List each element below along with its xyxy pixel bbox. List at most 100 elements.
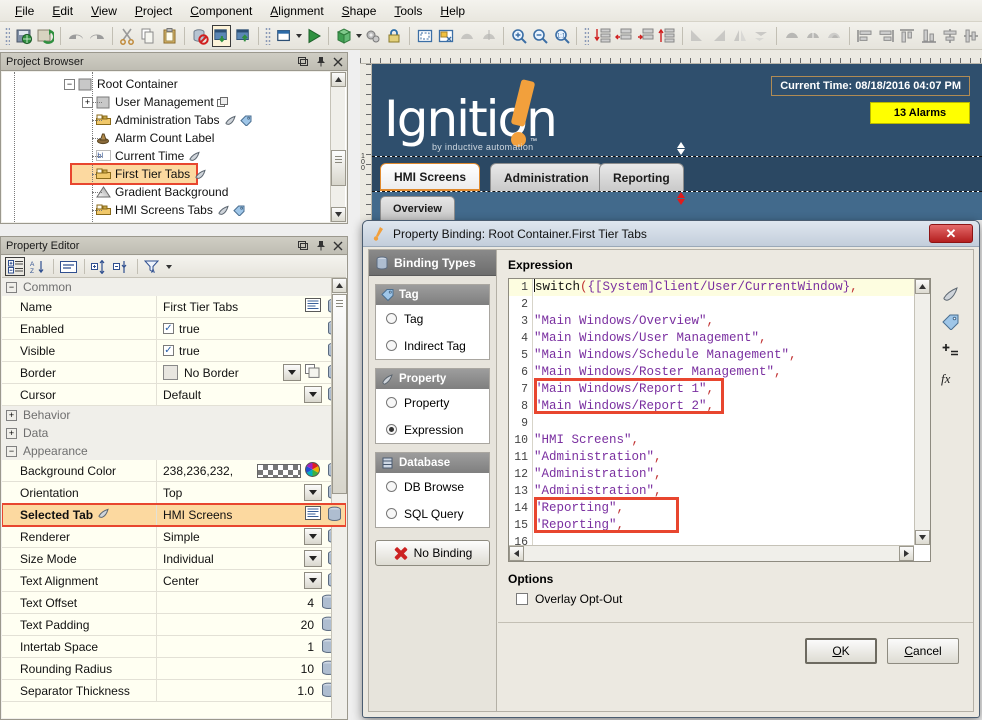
menu-help[interactable]: Help — [431, 2, 474, 20]
menu-alignment[interactable]: Alignment — [261, 2, 332, 20]
property-table[interactable]: −CommonNameFirst Tier TabsEnabledtrueVis… — [2, 278, 346, 718]
menu-file[interactable]: File — [6, 2, 43, 20]
code-line[interactable] — [534, 415, 914, 432]
snap-icon[interactable] — [436, 25, 455, 47]
toolbar-grip-3[interactable] — [584, 27, 589, 45]
zoom-out-icon[interactable] — [531, 25, 550, 47]
collapse-all-icon[interactable] — [111, 257, 131, 276]
menu-component[interactable]: Component — [181, 2, 261, 20]
tab-overview[interactable]: Overview — [380, 196, 455, 220]
code-line[interactable]: "Main Windows/Roster Management", — [534, 364, 914, 381]
property-binding-dialog[interactable]: Property Binding: Root Container.First T… — [362, 220, 980, 718]
property-icon[interactable] — [937, 280, 965, 308]
code-text-area[interactable]: switch({[System]Client/User/CurrentWindo… — [534, 279, 914, 545]
space-up-icon[interactable] — [657, 25, 676, 47]
window-import-icon[interactable] — [212, 25, 232, 47]
tree-item-administration-tabs[interactable]: Administration Tabs — [82, 111, 252, 129]
tree-vscrollbar[interactable] — [330, 72, 345, 222]
editor-icon[interactable] — [305, 298, 322, 315]
binding-option-sql-query[interactable]: SQL Query — [376, 500, 489, 527]
dropdown-icon[interactable] — [304, 484, 322, 501]
radio-sql-query[interactable] — [386, 508, 397, 519]
group-expander[interactable]: − — [6, 446, 17, 457]
menu-tools[interactable]: Tools — [385, 2, 431, 20]
sort-alpha-icon[interactable]: AZ — [27, 257, 47, 276]
property-row-border[interactable]: BorderNo Border — [2, 362, 346, 384]
property-checkbox[interactable] — [163, 345, 174, 356]
new-window-dropdown[interactable] — [295, 26, 303, 46]
scroll-down-icon[interactable] — [331, 207, 346, 222]
code-line[interactable]: "Main Windows/Overview", — [534, 313, 914, 330]
property-row-enabled[interactable]: Enabledtrue — [2, 318, 346, 340]
property-value-cell[interactable]: Simple — [157, 526, 346, 547]
preview-play-icon[interactable] — [304, 25, 323, 47]
code-line[interactable]: "Main Windows/Report 1", — [534, 381, 914, 398]
shape-union-icon[interactable] — [782, 25, 801, 47]
lock-icon[interactable] — [385, 25, 404, 47]
property-value-cell[interactable]: 20 — [157, 614, 346, 635]
vertical-resize-handle[interactable] — [677, 142, 686, 155]
no-binding-button[interactable]: No Binding — [375, 540, 490, 566]
db-disabled-icon[interactable] — [190, 25, 209, 47]
categorize-icon[interactable] — [5, 257, 25, 276]
checkbox-box[interactable] — [516, 593, 528, 605]
property-value-cell[interactable]: true — [157, 340, 346, 361]
property-value-cell[interactable]: 238,236,232, — [157, 460, 346, 481]
tree-item-first-tier-tabs[interactable]: First Tier Tabs — [82, 165, 207, 183]
property-value-cell[interactable]: First Tier Tabs — [157, 296, 346, 317]
new-window-icon[interactable] — [275, 25, 294, 47]
function-fx-icon[interactable]: fx — [937, 364, 965, 392]
launch-dropdown[interactable] — [355, 26, 363, 46]
binding-option-tag[interactable]: Tag — [376, 305, 489, 332]
radio-db-browse[interactable] — [386, 481, 397, 492]
mirror-h-icon[interactable] — [730, 25, 749, 47]
tree-expander[interactable]: − — [64, 79, 75, 90]
overlay-opt-out-checkbox[interactable]: Overlay Opt-Out — [516, 592, 622, 606]
align-top-icon[interactable] — [898, 25, 917, 47]
tag-icon[interactable] — [937, 308, 965, 336]
float-icon[interactable] — [296, 55, 311, 69]
scroll-left-icon[interactable] — [509, 546, 524, 561]
cut-icon[interactable] — [117, 25, 136, 47]
binding-option-db-browse[interactable]: DB Browse — [376, 473, 489, 500]
tree-scroll-thumb[interactable] — [331, 150, 346, 186]
code-vscrollbar[interactable] — [914, 279, 930, 545]
tree-item-root-container[interactable]: −Root Container — [64, 75, 178, 93]
dropdown-icon[interactable] — [304, 550, 322, 567]
group-expander[interactable]: + — [6, 428, 17, 439]
add-equals-icon[interactable] — [937, 336, 965, 364]
code-hscrollbar[interactable] — [509, 545, 914, 561]
property-row-size-mode[interactable]: Size ModeIndividual — [2, 548, 346, 570]
ok-button[interactable]: OK — [805, 638, 877, 664]
binding-option-indirect-tag[interactable]: Indirect Tag — [376, 332, 489, 359]
align-left-icon[interactable] — [855, 25, 874, 47]
property-group-behavior[interactable]: +Behavior — [2, 406, 346, 424]
property-row-text-offset[interactable]: Text Offset4 — [2, 592, 346, 614]
property-row-cursor[interactable]: CursorDefault — [2, 384, 346, 406]
filter-icon[interactable]: A — [142, 257, 162, 276]
launch-client-icon[interactable] — [334, 25, 353, 47]
code-line[interactable] — [534, 296, 914, 313]
menu-edit[interactable]: Edit — [43, 2, 82, 20]
zoom-in-icon[interactable] — [509, 25, 528, 47]
radio-indirect-tag[interactable] — [386, 340, 397, 351]
binding-option-property[interactable]: Property — [376, 389, 489, 416]
group-expander[interactable]: + — [6, 410, 17, 421]
property-row-rounding-radius[interactable]: Rounding Radius10 — [2, 658, 346, 680]
property-group-common[interactable]: −Common — [2, 278, 346, 296]
copy-icon[interactable] — [305, 364, 322, 381]
selection-handle-red[interactable] — [677, 192, 686, 205]
property-row-renderer[interactable]: RendererSimple — [2, 526, 346, 548]
window-export-icon[interactable] — [233, 25, 252, 47]
cancel-button[interactable]: Cancel — [887, 638, 959, 664]
align-right-icon[interactable] — [876, 25, 895, 47]
menu-project[interactable]: Project — [126, 2, 181, 20]
code-line[interactable]: "Main Windows/User Management", — [534, 330, 914, 347]
zoom-reset-icon[interactable]: 1:1 — [552, 25, 571, 47]
save-icon[interactable] — [14, 25, 33, 47]
property-row-text-alignment[interactable]: Text AlignmentCenter — [2, 570, 346, 592]
menu-view[interactable]: View — [82, 2, 126, 20]
property-value-cell[interactable]: 1.0 — [157, 680, 346, 701]
align-center-v-icon[interactable] — [962, 25, 981, 47]
property-row-background-color[interactable]: Background Color238,236,232, — [2, 460, 346, 482]
